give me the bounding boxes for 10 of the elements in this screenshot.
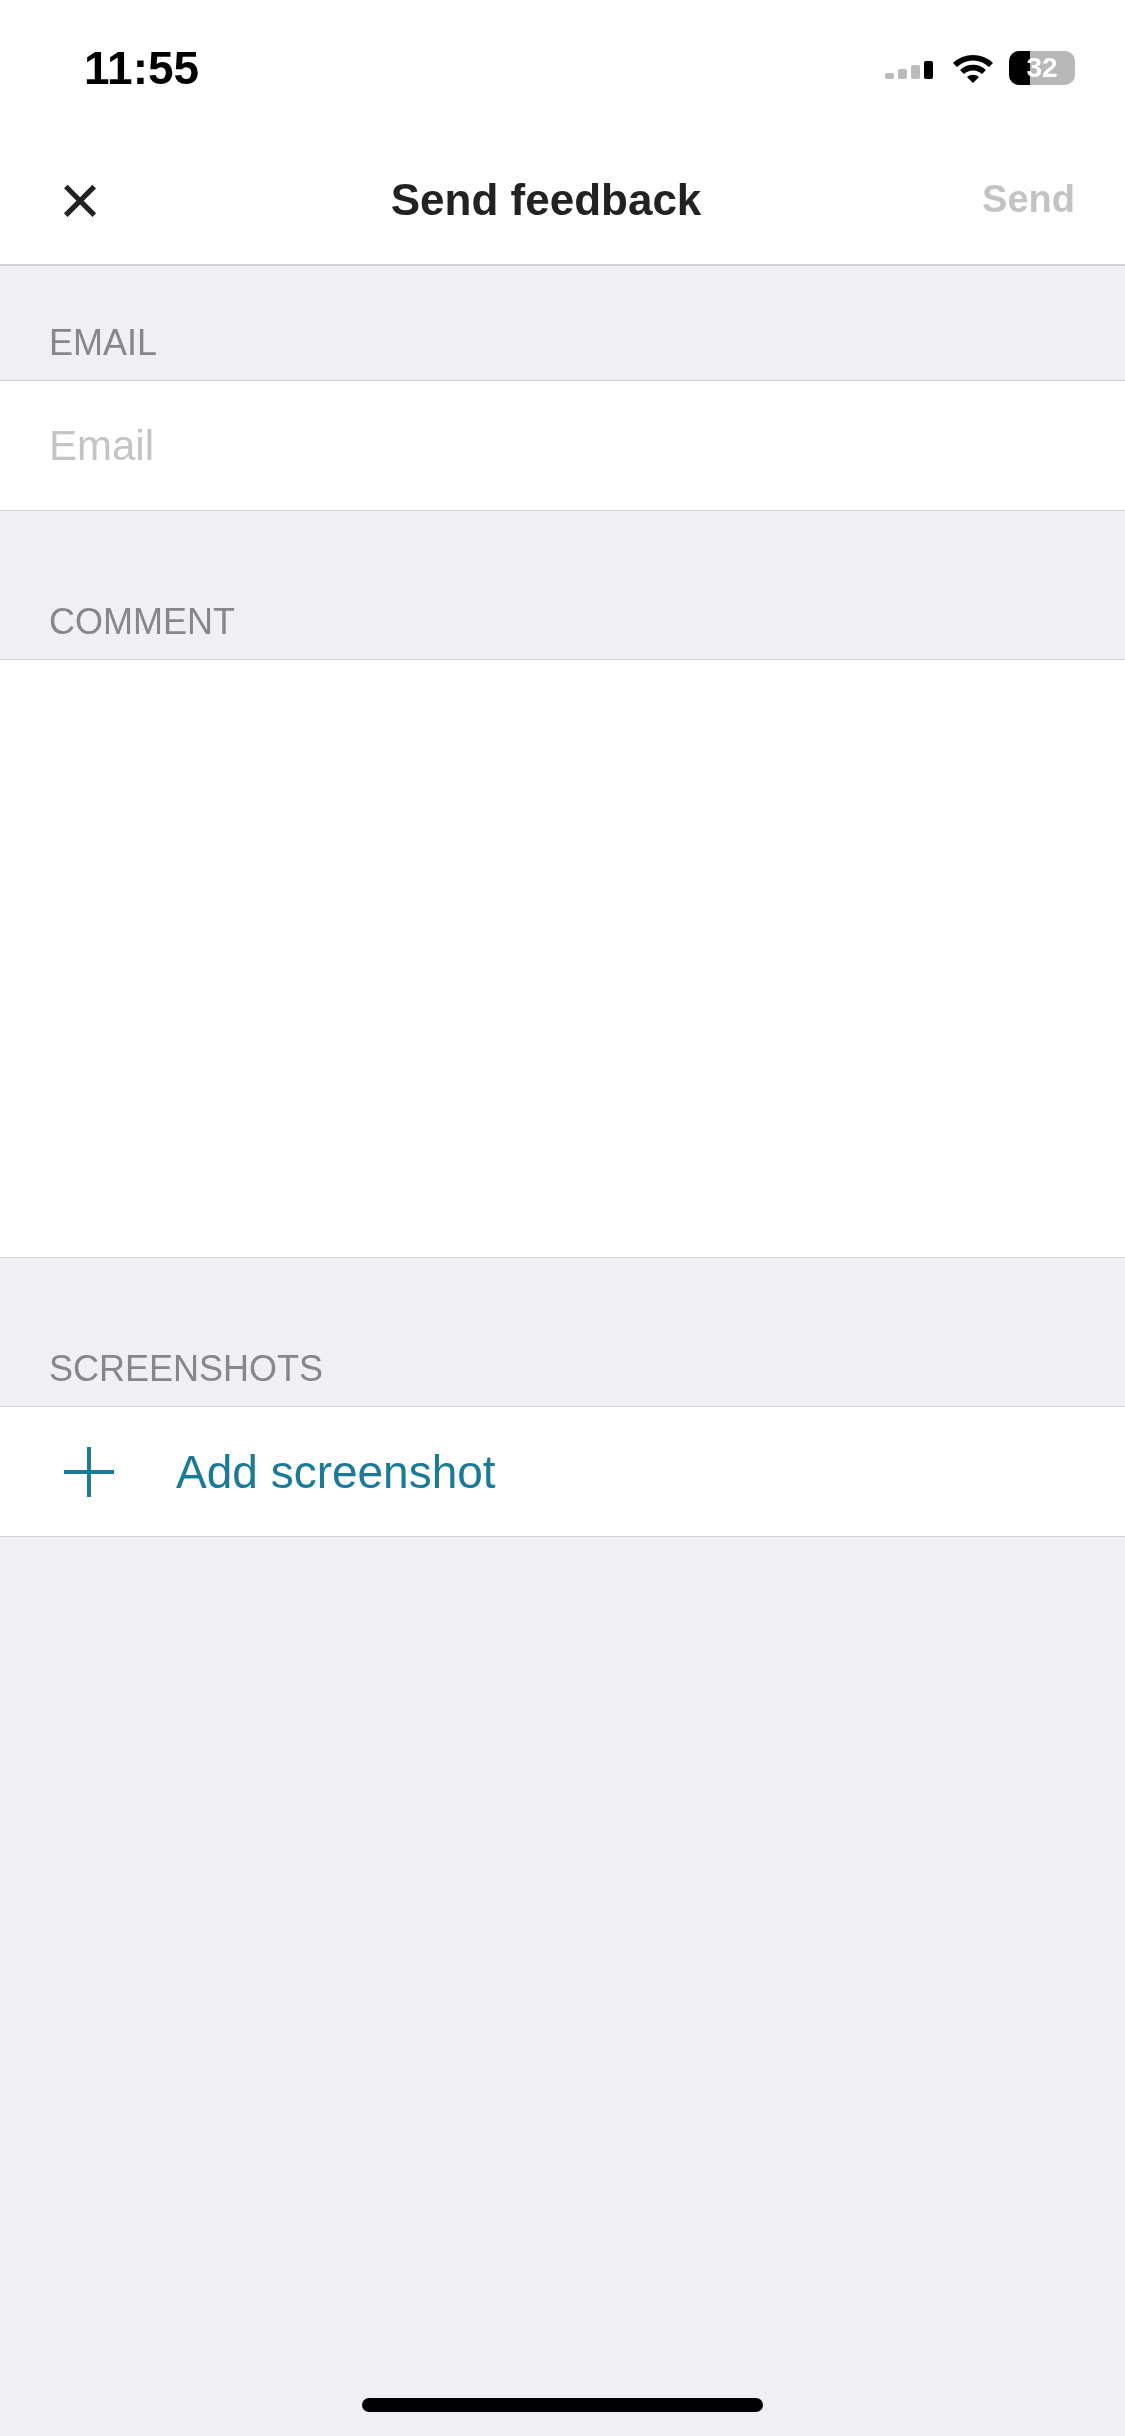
section-header: COMMENT	[48, 601, 236, 643]
status-time: 11:55	[84, 40, 200, 95]
section-header: EMAIL	[48, 322, 159, 364]
email-field[interactable]: Email	[0, 380, 1125, 511]
close-button[interactable]: ×	[50, 163, 110, 236]
add-screenshot-button[interactable]: Add screenshot	[0, 1406, 1125, 1537]
comment-field[interactable]	[0, 659, 1125, 1258]
screen-title: Send feedback	[390, 174, 702, 225]
plus-icon	[62, 1444, 116, 1499]
section-header: SCREENSHOTS	[48, 1348, 325, 1390]
